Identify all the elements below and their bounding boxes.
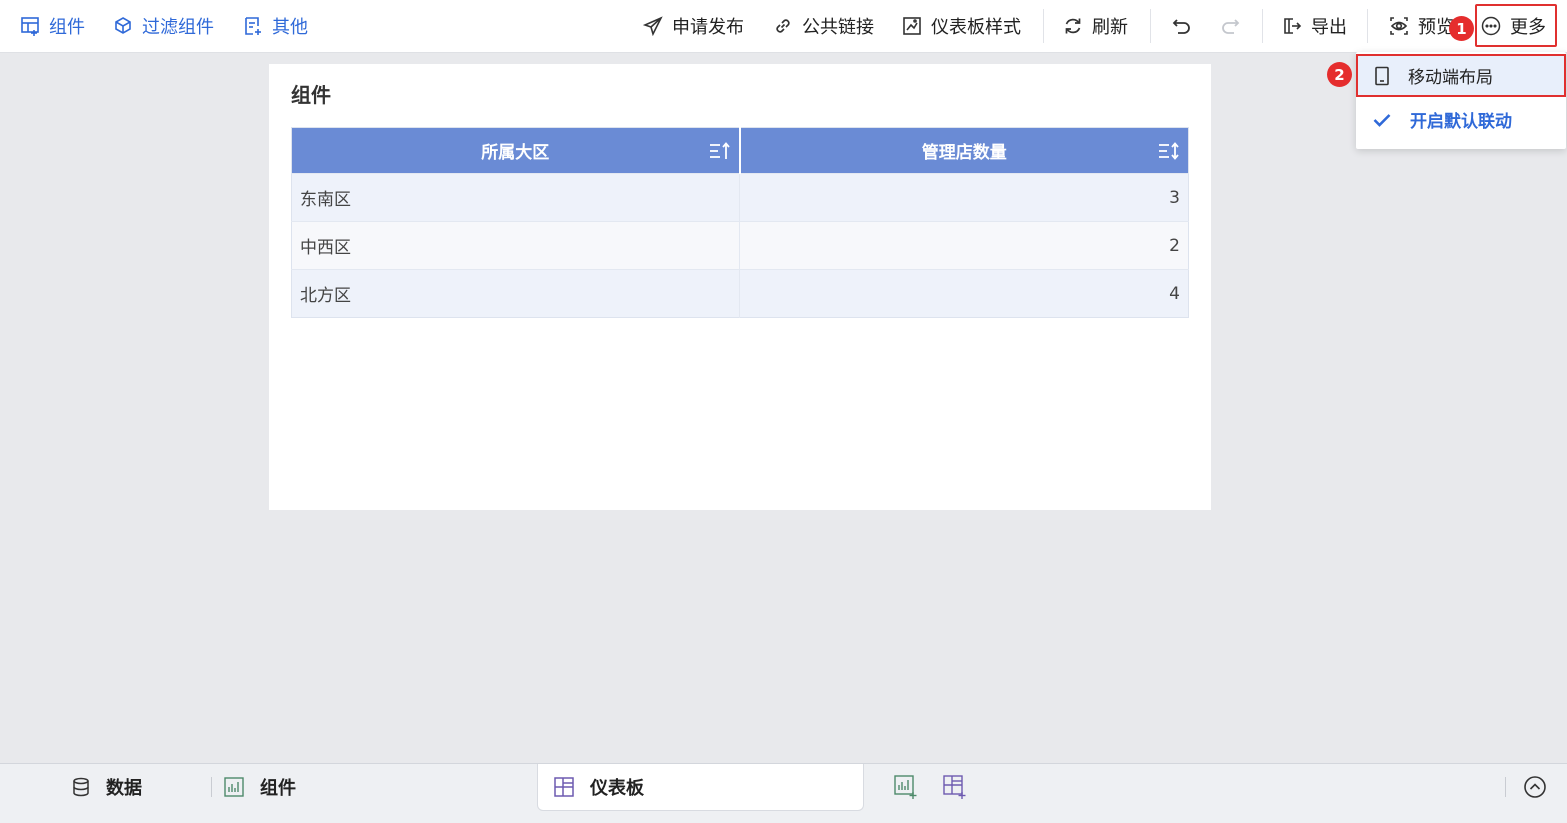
bottom-tab-bar: 数据 组件 仪表板 [0, 763, 1567, 823]
send-icon [643, 16, 663, 36]
menu-item-mobile-layout-label: 移动端布局 [1408, 68, 1493, 88]
menu-item-mobile-layout[interactable]: 移动端布局 [1356, 54, 1566, 97]
column-header-store-count[interactable]: 管理店数量 [739, 127, 1189, 174]
cell-store-count: 2 [739, 221, 1189, 270]
cell-store-count: 3 [739, 173, 1189, 222]
column-header-store-count-label: 管理店数量 [921, 143, 1007, 163]
database-icon [73, 777, 89, 797]
redo-icon [1222, 19, 1240, 34]
check-icon [1373, 113, 1391, 127]
export-icon [1284, 18, 1302, 34]
table-widget-card[interactable]: 组件 所属大区 管理店数量 东南区 3 中西区 2 北方区 4 [269, 64, 1211, 510]
step-badge-2: 2 [1327, 62, 1352, 87]
add-chart-component-icon[interactable] [893, 774, 919, 800]
refresh-button[interactable]: 刷新 [1063, 0, 1128, 52]
table-row: 中西区 2 [291, 221, 1189, 270]
tab-dashboard-label: 仪表板 [590, 778, 644, 799]
menu-item-default-linkage-label: 开启默认联动 [1410, 112, 1512, 132]
bottom-divider [1505, 777, 1506, 797]
more-dropdown-menu: 移动端布局 开启默认联动 [1356, 52, 1566, 149]
dashboard-style-label: 仪表板样式 [931, 17, 1021, 38]
mobile-icon [1375, 66, 1389, 85]
column-header-region[interactable]: 所属大区 [291, 127, 741, 174]
tab-data-label: 数据 [106, 778, 142, 799]
filter-component-icon [115, 17, 131, 34]
filter-component-label: 过滤组件 [142, 17, 214, 38]
tab-component[interactable]: 组件 [223, 764, 296, 810]
other-label: 其他 [272, 17, 308, 38]
table-row: 北方区 4 [291, 269, 1189, 318]
tab-component-label: 组件 [260, 778, 296, 799]
add-component-label: 组件 [49, 17, 85, 38]
dashboard-style-button[interactable]: 仪表板样式 [902, 0, 1021, 52]
public-link-button[interactable]: 公共链接 [773, 0, 874, 52]
undo-icon [1172, 19, 1190, 34]
more-label: 更多 [1510, 17, 1546, 38]
toolbar-divider [1043, 9, 1044, 43]
other-icon [245, 17, 261, 35]
more-icon [1481, 16, 1501, 36]
toolbar-divider [1262, 9, 1263, 43]
undo-button[interactable] [1172, 0, 1192, 52]
chart-icon [224, 777, 244, 797]
publish-button[interactable]: 申请发布 [643, 0, 744, 52]
refresh-icon [1065, 18, 1081, 34]
collapse-up-icon[interactable] [1523, 775, 1547, 799]
add-component-button[interactable]: 组件 [20, 0, 85, 52]
export-button[interactable]: 导出 [1282, 0, 1347, 52]
preview-icon [1390, 17, 1408, 35]
data-table: 所属大区 管理店数量 东南区 3 中西区 2 北方区 4 [291, 127, 1189, 318]
tab-data[interactable]: 数据 [71, 764, 142, 810]
preview-button[interactable]: 预览 [1389, 0, 1454, 52]
sort-ascending-icon[interactable] [709, 141, 731, 161]
redo-button[interactable] [1220, 0, 1240, 52]
style-icon [903, 17, 921, 35]
link-icon [776, 19, 790, 33]
step-badge-1: 1 [1449, 16, 1474, 41]
table-header-row: 所属大区 管理店数量 [291, 127, 1189, 174]
toolbar-divider [1367, 9, 1368, 43]
bottom-divider [211, 777, 212, 797]
public-link-label: 公共链接 [802, 17, 874, 38]
cell-region: 北方区 [291, 269, 740, 318]
filter-component-button[interactable]: 过滤组件 [113, 0, 214, 52]
menu-item-default-linkage[interactable]: 开启默认联动 [1356, 98, 1566, 141]
add-component-icon [21, 17, 39, 36]
tab-dashboard[interactable]: 仪表板 [553, 764, 644, 810]
export-label: 导出 [1311, 17, 1347, 38]
publish-label: 申请发布 [672, 17, 744, 38]
table-row: 东南区 3 [291, 173, 1189, 222]
more-button[interactable]: 更多 [1481, 0, 1546, 52]
add-dashboard-icon[interactable] [942, 774, 968, 800]
refresh-label: 刷新 [1092, 17, 1128, 38]
cell-store-count: 4 [739, 269, 1189, 318]
other-button[interactable]: 其他 [243, 0, 308, 52]
cell-region: 东南区 [291, 173, 740, 222]
widget-title: 组件 [291, 83, 331, 107]
top-toolbar: 组件 过滤组件 其他 申请发布 公共链接 仪表板样式 刷新 导出 预览 更多 [0, 0, 1567, 53]
cell-region: 中西区 [291, 221, 740, 270]
dashboard-icon [554, 777, 574, 797]
sort-both-icon[interactable] [1158, 141, 1180, 161]
column-header-region-label: 所属大区 [481, 143, 550, 163]
toolbar-divider [1150, 9, 1151, 43]
